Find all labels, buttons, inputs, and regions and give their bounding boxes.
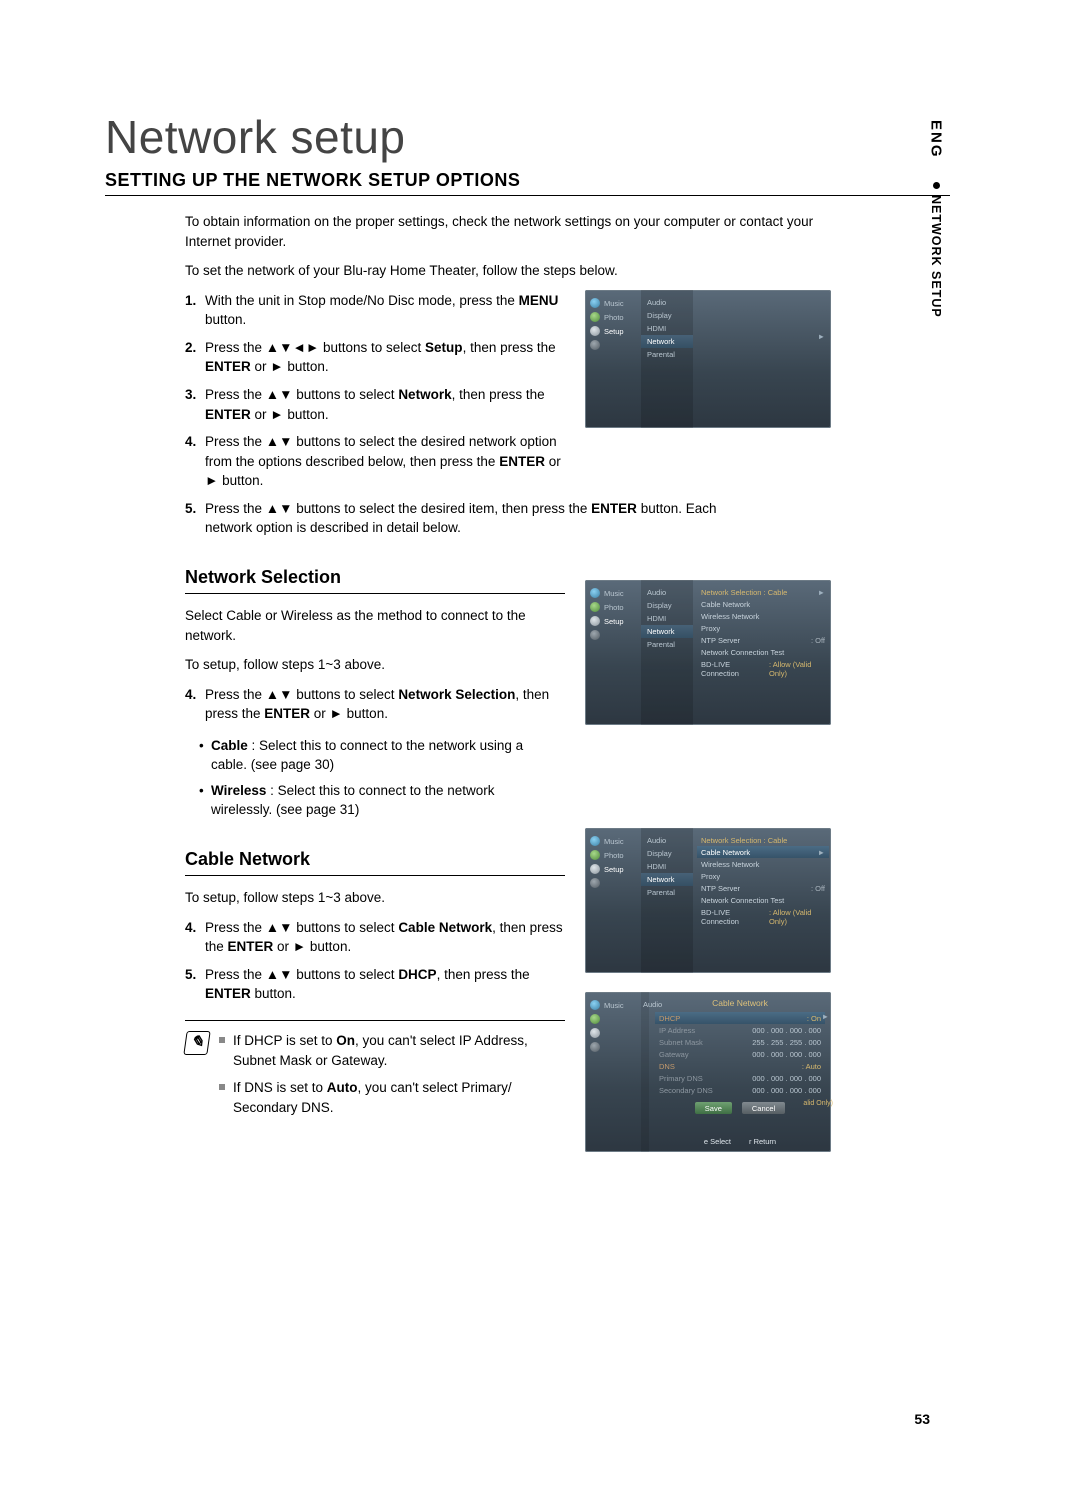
mid-parental: Parental [641, 348, 693, 361]
music-icon [590, 1000, 600, 1010]
gear-icon [590, 326, 600, 336]
subheading-network-selection: Network Selection [185, 564, 565, 594]
osd-screenshot-3: Music Photo Setup Audio Display HDMI Net… [585, 828, 831, 973]
row-dns: DNS: Auto [659, 1060, 821, 1072]
osd3-selected: Cable Network► [697, 846, 829, 858]
row-pdns: Primary DNS000 . 000 . 000 . 000 [659, 1072, 821, 1084]
intro-paragraph-1: To obtain information on the proper sett… [185, 212, 825, 251]
side-tab: ENG NETWORK SETUP [922, 120, 950, 322]
ns-step-4: 4.Press the ▲▼ buttons to select Network… [185, 685, 565, 724]
step-4: 4.Press the ▲▼ buttons to select the des… [185, 432, 565, 491]
dialog-title: Cable Network [655, 996, 825, 1012]
row-ip: IP Address000 . 000 . 000 . 000 [659, 1024, 821, 1036]
footer-return: r Return [749, 1137, 776, 1146]
photo-icon [590, 312, 600, 322]
step-1: 1.With the unit in Stop mode/No Disc mod… [185, 291, 565, 330]
right-arrow-icon: ► [818, 332, 825, 341]
cn-step-5: 5.Press the ▲▼ buttons to select DHCP, t… [185, 965, 565, 1004]
note-icon: ✎ [183, 1031, 210, 1055]
note-2: If DNS is set to Auto, you can't select … [219, 1078, 565, 1117]
photo-icon [590, 602, 600, 612]
dot-icon [933, 182, 940, 189]
row-dhcp: DHCP: On [655, 1012, 825, 1024]
cancel-button: Cancel [742, 1102, 785, 1114]
mid-network: Network [641, 335, 693, 348]
nav-music: Music [585, 296, 641, 310]
music-icon [590, 588, 600, 598]
gear-icon [590, 1028, 600, 1038]
clipped-text: alid Only) [803, 1100, 833, 1107]
osd-screenshot-1: Music Photo Setup Audio Display HDMI Net… [585, 290, 831, 428]
nav-globe [585, 338, 641, 352]
step-5: 5.Press the ▲▼ buttons to select the des… [185, 499, 745, 538]
row-subnet: Subnet Mask255 . 255 . 255 . 000 [659, 1036, 821, 1048]
footer-select: e Select [704, 1137, 731, 1146]
globe-icon [590, 340, 600, 350]
globe-icon [590, 878, 600, 888]
section-heading: SETTING UP THE NETWORK SETUP OPTIONS [105, 170, 950, 196]
osd-screenshot-2: Music Photo Setup Audio Display HDMI Net… [585, 580, 831, 725]
note-box: ✎ If DHCP is set to On, you can't select… [185, 1020, 565, 1125]
globe-icon [590, 630, 600, 640]
row-gateway: Gateway000 . 000 . 000 . 000 [659, 1048, 821, 1060]
mid-hdmi: HDMI [641, 322, 693, 335]
mid-display: Display [641, 309, 693, 322]
lang-badge: ENG [928, 120, 945, 159]
music-icon [590, 836, 600, 846]
right-arrow-icon: ► [822, 1012, 829, 1021]
step-2: 2.Press the ▲▼◄► buttons to select Setup… [185, 338, 565, 377]
osd2-header: Network Selection : Cable► [701, 586, 825, 598]
step-3: 3.Press the ▲▼ buttons to select Network… [185, 385, 565, 424]
note-1: If DHCP is set to On, you can't select I… [219, 1031, 565, 1070]
globe-icon [590, 1042, 600, 1052]
ns-paragraph-1: Select Cable or Wireless as the method t… [185, 606, 565, 645]
gear-icon [590, 616, 600, 626]
page-number: 53 [914, 1411, 930, 1427]
photo-icon [590, 850, 600, 860]
subheading-cable-network: Cable Network [185, 846, 565, 876]
save-button: Save [695, 1102, 732, 1114]
intro-paragraph-2: To set the network of your Blu-ray Home … [185, 261, 825, 281]
gear-icon [590, 864, 600, 874]
mid-audio: Audio [641, 296, 693, 309]
ns-bullets: Cable : Select this to connect to the ne… [199, 736, 825, 820]
nav-photo: Photo [585, 310, 641, 324]
cn-step-4: 4.Press the ▲▼ buttons to select Cable N… [185, 918, 565, 957]
photo-icon [590, 1014, 600, 1024]
music-icon [590, 298, 600, 308]
bullet-cable: Cable : Select this to connect to the ne… [199, 736, 559, 775]
nav-setup: Setup [585, 324, 641, 338]
page-title: Network setup [105, 110, 950, 164]
row-sdns: Secondary DNS000 . 000 . 000 . 000 [659, 1084, 821, 1096]
side-section-label: NETWORK SETUP [929, 195, 943, 318]
osd-screenshot-4: Music Audio Cable Network DHCP: On IP Ad… [585, 992, 831, 1152]
bullet-wireless: Wireless : Select this to connect to the… [199, 781, 559, 820]
